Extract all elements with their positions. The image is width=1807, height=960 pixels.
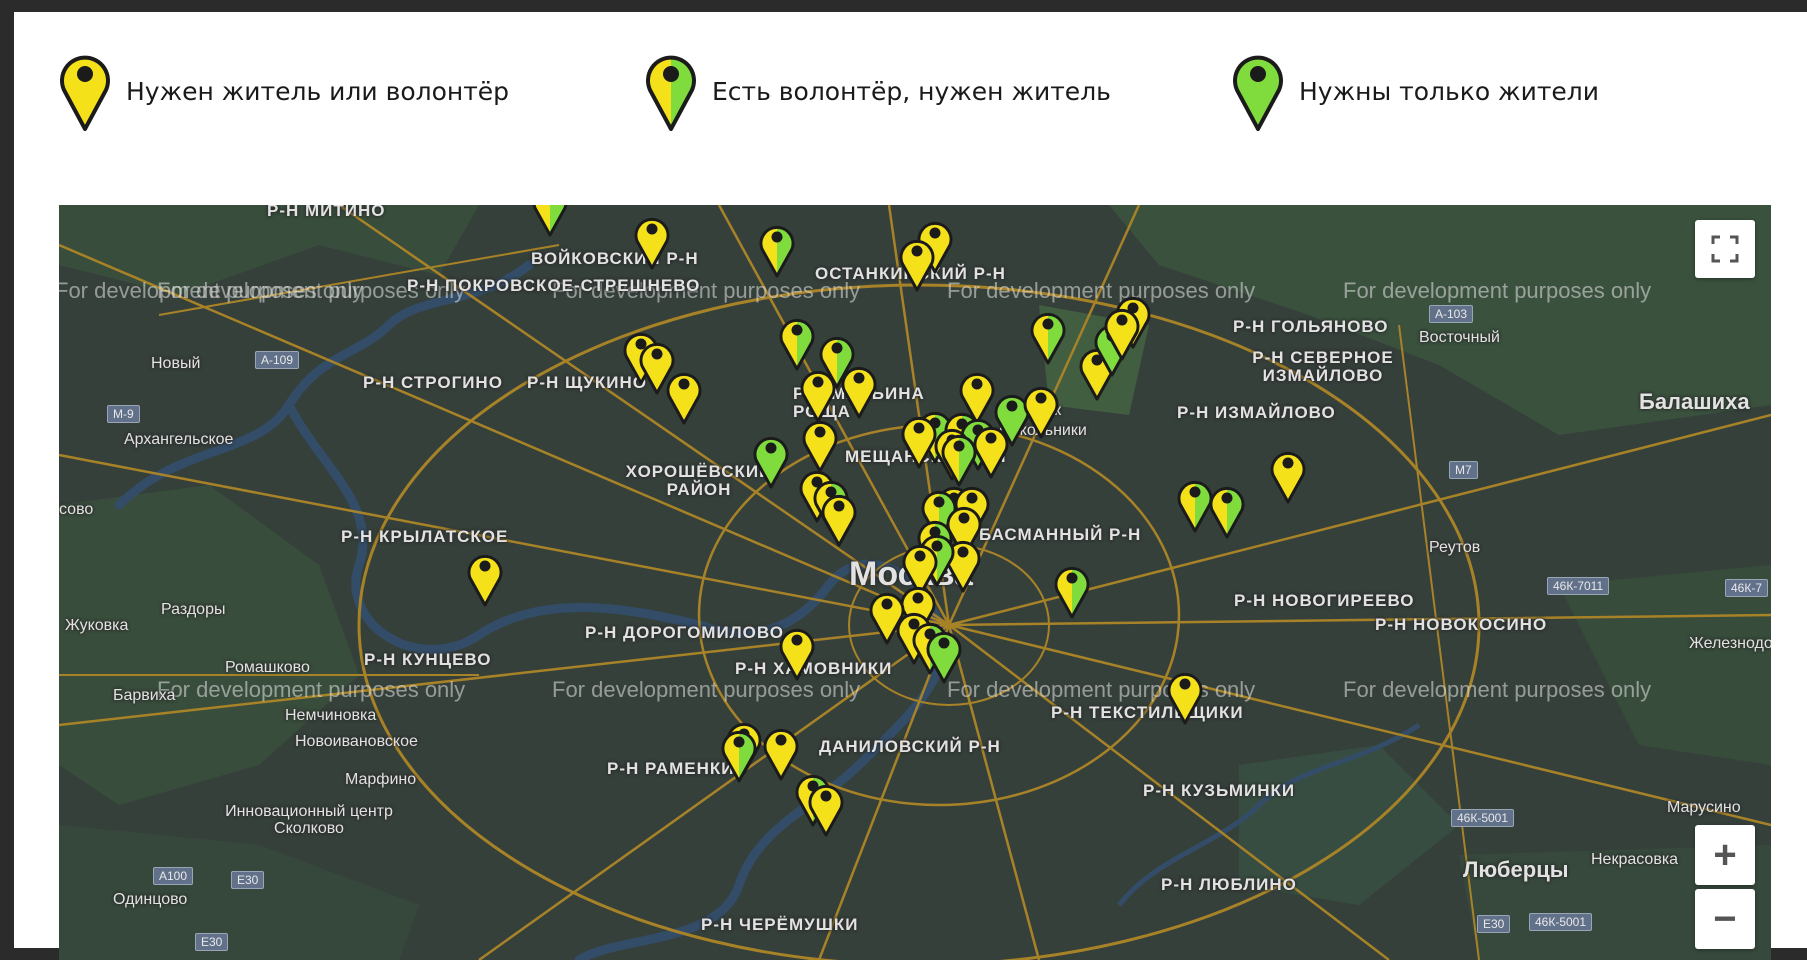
map-pin-yellow[interactable] bbox=[820, 489, 858, 547]
map-label: Р-Н НОВОКОСИНО bbox=[1375, 615, 1548, 634]
map-label: Р-Н ИЗМАЙЛОВО bbox=[1177, 403, 1336, 422]
road-shield: М7 bbox=[1449, 461, 1478, 479]
map-pin-half[interactable] bbox=[1208, 481, 1246, 539]
road-shield: 46К-7 bbox=[1725, 579, 1769, 597]
map-pin-yellow[interactable] bbox=[1103, 303, 1141, 361]
road-shield: 46К-5001 bbox=[1451, 809, 1515, 827]
map-label: Р-Н ПОКРОВСКОЕ-СТРЕШНЕВО bbox=[407, 276, 701, 295]
map-pin-half[interactable] bbox=[720, 725, 758, 783]
map-pin-yellow[interactable] bbox=[807, 779, 845, 837]
map-pin-half[interactable] bbox=[531, 205, 569, 237]
map-label: Новый bbox=[151, 355, 201, 372]
map-label: Р-Н РАМЕНКИ bbox=[607, 759, 735, 778]
map-label: БАСМАННЫЙ Р-Н bbox=[979, 525, 1142, 544]
map-label: Раздоры bbox=[161, 601, 226, 618]
zoom-out-button[interactable]: − bbox=[1695, 889, 1755, 949]
map-pin-yellow[interactable] bbox=[778, 623, 816, 681]
map-label: Р-Н СЕВЕРНОЕ ИЗМАЙЛОВО bbox=[1252, 348, 1394, 385]
legend-item-yellow: Нужен житель или волонтёр bbox=[58, 50, 509, 132]
map-label: Р-Н НОВОГИРЕЕВО bbox=[1234, 591, 1415, 610]
road-shield: Е30 bbox=[195, 933, 229, 951]
map-label: Реутов bbox=[1429, 539, 1481, 556]
zoom-in-button[interactable]: + bbox=[1695, 825, 1755, 885]
map[interactable]: For development purposes only For develo… bbox=[59, 205, 1771, 960]
map-label: Жуковка bbox=[65, 617, 129, 634]
green-pin-icon bbox=[1233, 55, 1283, 131]
map-label: Р-Н СТРОГИНО bbox=[363, 373, 503, 392]
page: Нужен житель или волонтёр Есть волонтёр,… bbox=[14, 12, 1807, 960]
map-label: Ромашково bbox=[225, 659, 310, 676]
map-label: Балашиха bbox=[1639, 389, 1750, 414]
map-label: Архангельское bbox=[124, 431, 234, 448]
map-label: Новоивановское bbox=[295, 733, 418, 750]
map-pin-green[interactable] bbox=[752, 431, 790, 489]
legend-label: Нужен житель или волонтёр bbox=[126, 76, 510, 106]
road-shield: 46К-5001 bbox=[1529, 913, 1593, 931]
map-pin-yellow[interactable] bbox=[633, 212, 671, 270]
map-label: Р-Н МИТИНО bbox=[267, 205, 386, 220]
legend-item-green: Нужны только жители bbox=[1231, 50, 1599, 132]
road-shield: А100 bbox=[153, 867, 194, 885]
watermark-text: For development purposes only bbox=[947, 677, 1256, 702]
map-label: Немчиновка bbox=[285, 707, 377, 724]
road-shield: М-9 bbox=[107, 405, 140, 423]
map-label: Р-Н ТЕКСТИЛЬЩИКИ bbox=[1051, 703, 1244, 722]
yellow-pin-icon bbox=[60, 55, 110, 131]
map-label: ДАНИЛОВСКИЙ Р-Н bbox=[819, 737, 1001, 756]
map-label: Одинцово bbox=[113, 891, 188, 908]
map-pin-yellow[interactable] bbox=[1022, 381, 1060, 439]
map-label: Восточный bbox=[1419, 329, 1500, 346]
road-shield: 46К-7011 bbox=[1547, 577, 1610, 595]
half-pin-icon bbox=[646, 55, 696, 131]
watermark-text: For development purposes only bbox=[1343, 278, 1652, 303]
map-pin-yellow[interactable] bbox=[840, 361, 878, 419]
map-label: Р-Н ЛЮБЛИНО bbox=[1161, 875, 1297, 894]
legend-item-half: Есть волонтёр, нужен житель bbox=[644, 50, 1111, 132]
map-pin-yellow[interactable] bbox=[1269, 446, 1307, 504]
legend-label: Есть волонтёр, нужен житель bbox=[712, 76, 1111, 106]
fullscreen-button[interactable] bbox=[1695, 220, 1755, 278]
map-pin-half[interactable] bbox=[1053, 561, 1091, 619]
map-label: Некрасовка bbox=[1591, 851, 1679, 868]
map-label: Р-Н КУНЦЕВО bbox=[364, 650, 492, 669]
map-label: Барвиха bbox=[113, 687, 176, 704]
map-label: сово bbox=[59, 501, 94, 518]
map-label: Р-Н КРЫЛАТСКОЕ bbox=[341, 527, 509, 546]
map-pin-yellow[interactable] bbox=[1166, 667, 1204, 725]
map-label: Р-Н КУЗЬМИНКИ bbox=[1143, 781, 1296, 800]
map-pin-yellow[interactable] bbox=[665, 367, 703, 425]
legend: Нужен житель или волонтёр Есть волонтёр,… bbox=[14, 12, 1807, 142]
map-pin-half[interactable] bbox=[940, 429, 978, 487]
watermark-text: For development purposes only bbox=[1343, 677, 1652, 702]
map-label: Железнодорожный bbox=[1689, 635, 1771, 652]
watermark-text: For development purposes only bbox=[157, 677, 466, 702]
map-label: Р-Н ДОРОГОМИЛОВО bbox=[585, 623, 784, 642]
map-pin-green[interactable] bbox=[925, 626, 963, 684]
map-label: Марусино bbox=[1667, 799, 1741, 816]
map-label: Инновационный центр Сколково bbox=[225, 803, 393, 837]
map-pin-half[interactable] bbox=[758, 220, 796, 278]
map-pin-yellow[interactable] bbox=[898, 234, 936, 292]
map-label: Р-Н ГОЛЬЯНОВО bbox=[1233, 317, 1389, 336]
map-pin-half[interactable] bbox=[1029, 307, 1067, 365]
map-pin-half[interactable] bbox=[778, 313, 816, 371]
road-shield: Е30 bbox=[231, 871, 265, 889]
map-label: Марфино bbox=[345, 771, 417, 788]
map-pin-yellow[interactable] bbox=[466, 549, 504, 607]
road-shield: А-109 bbox=[255, 351, 300, 369]
map-label: Р-Н ЧЕРЁМУШКИ bbox=[701, 915, 859, 934]
map-label: ВОЙКОВСКИЙ Р-Н bbox=[531, 249, 699, 268]
road-shield: Е30 bbox=[1477, 915, 1511, 933]
fullscreen-icon bbox=[1711, 235, 1739, 263]
road-shield: А-103 bbox=[1429, 305, 1474, 323]
legend-label: Нужны только жители bbox=[1299, 76, 1599, 106]
map-label: Люберцы bbox=[1463, 857, 1569, 882]
